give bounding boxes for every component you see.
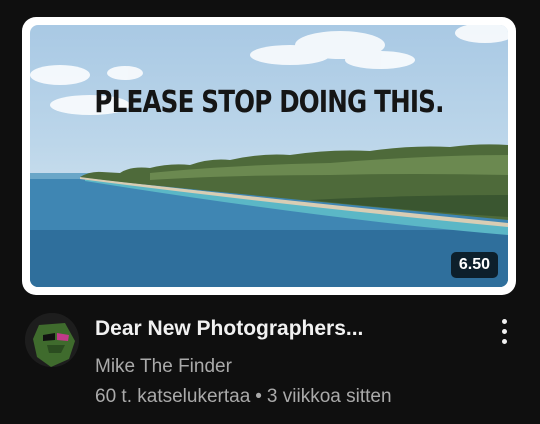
video-metadata: 60 t. katselukertaa • 3 viikkoa sitten [95, 386, 392, 408]
menu-dot [502, 319, 507, 324]
thumbnail-image: PLEASE STOP DOING THIS. 6.50 [30, 25, 508, 287]
meta-separator: • [255, 386, 262, 407]
menu-dot [502, 329, 507, 334]
thumbnail-scene [30, 25, 508, 287]
view-count: 60 t. katselukertaa [95, 386, 251, 407]
video-title[interactable]: Dear New Photographers... [95, 317, 363, 341]
menu-dot [502, 339, 507, 344]
video-thumbnail[interactable]: PLEASE STOP DOING THIS. 6.50 [22, 17, 516, 295]
video-card: PLEASE STOP DOING THIS. 6.50 Dear New Ph… [0, 0, 540, 424]
channel-avatar[interactable] [25, 313, 79, 367]
avatar-image [25, 313, 79, 367]
thumbnail-text: PLEASE STOP DOING THIS. [94, 85, 444, 120]
channel-name[interactable]: Mike The Finder [95, 356, 232, 378]
upload-age: 3 viikkoa sitten [266, 386, 392, 407]
more-vert-icon[interactable] [492, 316, 516, 348]
duration-badge: 6.50 [450, 252, 498, 278]
